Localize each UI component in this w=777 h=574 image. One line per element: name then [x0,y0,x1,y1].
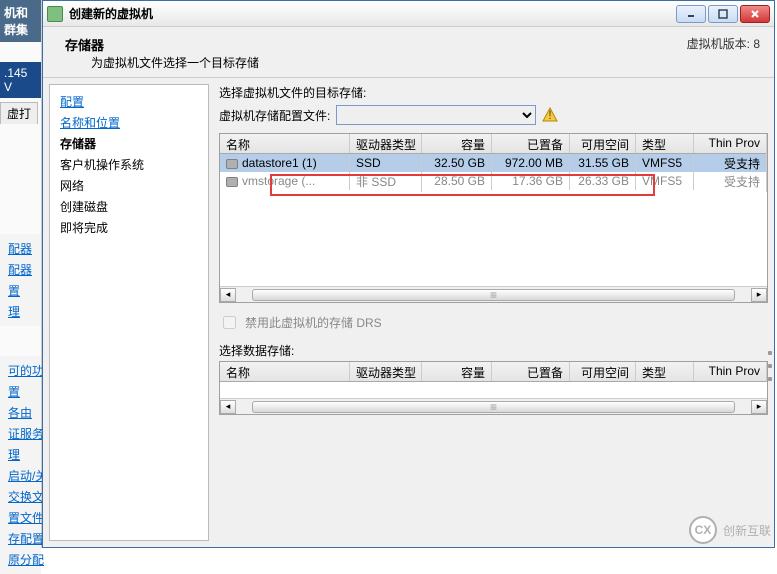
datastore-icon [226,177,238,187]
scroll-left-arrow[interactable]: ◂ [220,288,236,302]
bg-link[interactable]: 存配置 [4,528,37,549]
bg-link[interactable]: 证服务 [4,423,37,444]
grid-header: 名称 驱动器类型 容量 已置备 可用空间 类型 Thin Prov [220,134,767,154]
bg-link[interactable]: 置 [4,381,37,402]
datastore-row[interactable]: vmstorage (... 非 SSD 28.50 GB 17.36 GB 2… [220,172,767,190]
scroll-right-arrow[interactable]: ▸ [751,288,767,302]
bg-header-fragment: 机和群集 [0,0,41,42]
datastore-grid[interactable]: 名称 驱动器类型 容量 已置备 可用空间 类型 Thin Prov datast… [219,133,768,303]
col-provisioned[interactable]: 已置备 [492,134,570,153]
scroll-right-arrow[interactable]: ▸ [751,400,767,414]
storage-profile-label: 虚拟机存储配置文件: [219,107,330,124]
step-storage: 存储器 [60,133,198,154]
step-name-location[interactable]: 名称和位置 [60,116,120,130]
disable-storage-drs-checkbox [223,316,236,329]
step-create-disk: 创建磁盘 [60,196,198,217]
scroll-thumb[interactable] [252,289,735,301]
main-panel: 选择虚拟机文件的目标存储: 虚拟机存储配置文件: ! 名称 驱动器类型 容量 已… [209,78,774,547]
col-drive-type[interactable]: 驱动器类型 [350,134,422,153]
datastore-row[interactable]: datastore1 (1) SSD 32.50 GB 972.00 MB 31… [220,154,767,172]
col-thin[interactable]: Thin Prov [694,134,767,153]
step-guest-os: 客户机操作系统 [60,154,198,175]
datastore-grid-secondary: 名称 驱动器类型 容量 已置备 可用空间 类型 Thin Prov ◂ ▸ [219,361,768,415]
bg-link[interactable]: 配器 [4,259,37,280]
bg-link[interactable]: 理 [4,301,37,322]
wizard-steps: 配置 名称和位置 存储器 客户机操作系统 网络 创建磁盘 即将完成 [49,84,209,541]
watermark-logo: CX [689,516,717,544]
step-ready: 即将完成 [60,217,198,238]
scroll-left-arrow[interactable]: ◂ [220,400,236,414]
titlebar[interactable]: 创建新的虚拟机 [43,1,774,27]
vm-version-label: 虚拟机版本: 8 [687,35,760,52]
resize-grip[interactable] [766,351,774,381]
step-config[interactable]: 配置 [60,95,84,109]
bg-link[interactable]: 理 [4,444,37,465]
bg-link[interactable]: 置 [4,280,37,301]
select-target-label: 选择虚拟机文件的目标存储: [219,84,768,101]
bg-link[interactable]: 交换文1 [4,486,37,507]
storage-profile-select[interactable] [336,105,536,125]
create-vm-dialog: 创建新的虚拟机 存储器 为虚拟机文件选择一个目标存储 虚拟机版本: 8 配置 名… [42,0,775,548]
scroll-thumb[interactable] [252,401,735,413]
bg-link[interactable]: 原分配 [4,549,37,570]
watermark: CX 创新互联 [689,516,771,544]
bg-link[interactable]: 配器 [4,238,37,259]
col-capacity[interactable]: 容量 [422,134,492,153]
bg-ip-fragment: .145 V [0,62,41,98]
horizontal-scrollbar[interactable]: ◂ ▸ [220,398,767,414]
svg-text:!: ! [549,108,552,122]
minimize-button[interactable] [676,5,706,23]
dialog-title: 创建新的虚拟机 [69,5,674,22]
bg-link[interactable]: 置文件 [4,507,37,528]
vm-icon [47,6,63,22]
background-panel: 机和群集 .145 V 虚打 配器 配器 置 理 可的功 置 各由 证服务 理 … [0,0,42,548]
warning-icon: ! [542,107,558,123]
bg-link[interactable]: 各由 [4,402,37,423]
col-free[interactable]: 可用空间 [570,134,636,153]
bg-tab-fragment: 虚打 [0,102,38,124]
bg-link[interactable]: 启动/关 [4,465,37,486]
horizontal-scrollbar[interactable]: ◂ ▸ [220,286,767,302]
watermark-text: 创新互联 [723,522,771,539]
bg-link[interactable]: 可的功 [4,360,37,381]
header-title: 存储器 [65,35,259,54]
header-subtitle: 为虚拟机文件选择一个目标存储 [65,54,259,71]
grid2-header: 名称 驱动器类型 容量 已置备 可用空间 类型 Thin Prov [220,362,767,382]
close-button[interactable] [740,5,770,23]
dialog-header: 存储器 为虚拟机文件选择一个目标存储 虚拟机版本: 8 [43,27,774,78]
maximize-button[interactable] [708,5,738,23]
disable-storage-drs-label: 禁用此虚拟机的存储 DRS [245,314,382,331]
select-datastore-label: 选择数据存储: [219,342,768,359]
col-type[interactable]: 类型 [636,134,694,153]
col-name[interactable]: 名称 [220,134,350,153]
step-network: 网络 [60,175,198,196]
datastore-icon [226,159,238,169]
